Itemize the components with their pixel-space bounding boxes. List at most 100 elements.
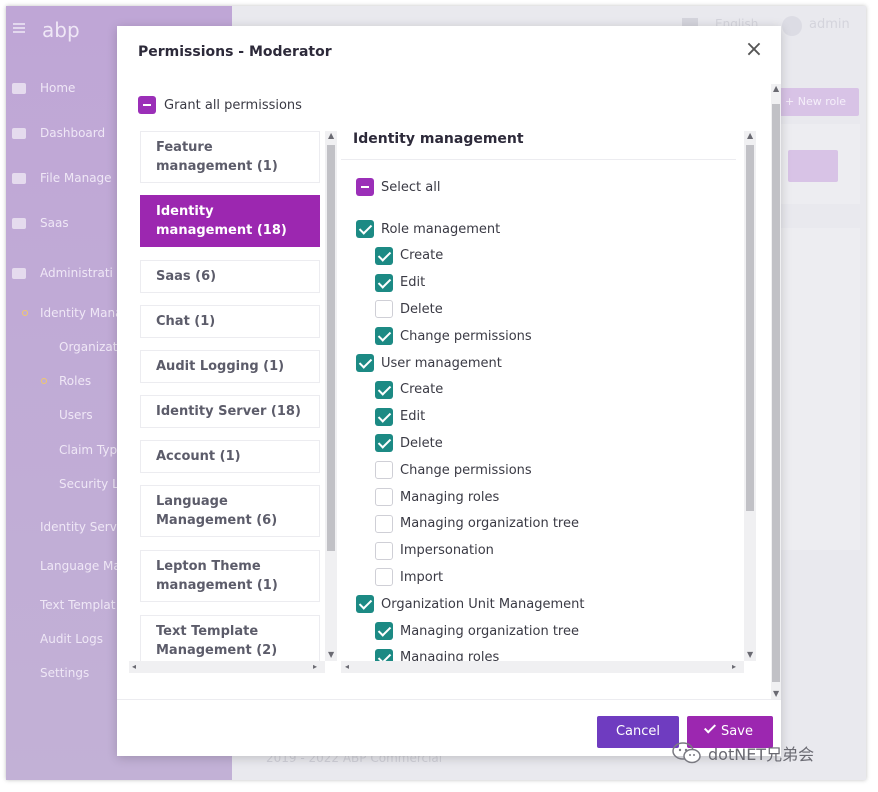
checkbox-indicator <box>375 514 393 533</box>
permission-label: Delete <box>400 435 443 451</box>
permissions-scrollbar[interactable]: ▲ ▼ <box>744 131 756 661</box>
permission-group-item[interactable]: Feature management (1) <box>140 131 320 183</box>
checkbox-indicator <box>375 568 393 587</box>
permission-label: Role management <box>381 221 501 237</box>
user-name[interactable]: admin <box>809 17 850 32</box>
permission-checkbox[interactable]: User management <box>356 354 502 372</box>
permission-group-item[interactable]: Saas (6) <box>140 260 320 293</box>
permission-checkbox[interactable]: Role management <box>356 220 500 238</box>
scroll-thumb[interactable] <box>746 145 754 511</box>
nav-icon <box>12 268 26 279</box>
grant-all-label: Grant all permissions <box>164 97 302 113</box>
checkbox-indicator <box>356 220 374 238</box>
app-logo: abp <box>42 18 80 42</box>
checkbox-indicator <box>375 461 393 480</box>
permission-label: Managing organization tree <box>400 623 579 639</box>
permission-checkbox[interactable]: Impersonation <box>375 541 494 560</box>
modal-scrollbar[interactable]: ▲ ▼ <box>771 84 781 700</box>
permission-checkbox[interactable]: Organization Unit Management <box>356 595 584 614</box>
watermark: dotNET兄弟会 <box>672 741 814 765</box>
select-all-indicator <box>356 178 374 196</box>
permission-checkbox[interactable]: Managing organization tree <box>375 622 579 640</box>
scroll-right-icon[interactable]: ▸ <box>732 663 736 671</box>
scroll-up-icon[interactable]: ▲ <box>328 132 334 140</box>
permission-label: Edit <box>400 409 426 425</box>
permission-checkbox[interactable]: Edit <box>375 407 426 426</box>
scroll-left-icon[interactable]: ◂ <box>345 663 349 671</box>
permission-label: Create <box>400 382 444 398</box>
checkbox-indicator <box>375 541 393 560</box>
search-button[interactable] <box>788 150 838 182</box>
permission-label: Change permissions <box>400 328 532 344</box>
permission-label: Create <box>400 248 444 264</box>
new-role-label: New role <box>797 95 847 108</box>
permission-checkbox[interactable]: Managing roles <box>375 488 499 506</box>
nav-icon <box>12 173 26 184</box>
scroll-up-icon[interactable]: ▲ <box>747 132 753 140</box>
modal-title: Permissions - Moderator <box>138 44 332 60</box>
checkbox-indicator <box>375 273 393 292</box>
permission-label: Edit <box>400 275 426 291</box>
permission-label: Change permissions <box>400 462 532 478</box>
checkbox-indicator <box>375 246 393 265</box>
nav-icon <box>12 83 26 94</box>
checkbox-indicator <box>375 380 393 399</box>
checkbox-indicator <box>356 595 374 614</box>
permission-group-item[interactable]: Account (1) <box>140 440 320 473</box>
permission-checkbox[interactable]: Edit <box>375 273 426 292</box>
permission-label: Import <box>400 569 444 585</box>
menu-icon[interactable] <box>13 23 25 33</box>
check-icon <box>704 721 717 734</box>
permission-group-item[interactable]: Identity Server (18) <box>140 395 320 428</box>
permission-group-item[interactable]: Identity management (18) <box>140 195 320 247</box>
save-label: Save <box>721 724 753 739</box>
checkbox-indicator <box>356 354 374 372</box>
scroll-down-icon[interactable]: ▼ <box>773 690 779 698</box>
permission-label: Managing roles <box>400 489 500 505</box>
permission-checkbox[interactable]: Create <box>375 380 444 399</box>
footer-divider <box>117 699 781 700</box>
permission-checkbox[interactable]: Import <box>375 568 444 587</box>
scroll-down-icon[interactable]: ▼ <box>328 651 334 659</box>
checkbox-indicator <box>375 300 393 319</box>
permission-group-item[interactable]: Chat (1) <box>140 305 320 338</box>
cancel-button[interactable]: Cancel <box>597 716 679 748</box>
checkbox-indicator <box>375 488 393 506</box>
user-avatar[interactable] <box>782 16 802 36</box>
grant-all-checkbox[interactable]: Grant all permissions <box>138 96 302 114</box>
wechat-icon <box>672 742 701 764</box>
groups-scrollbar[interactable]: ▲ ▼ <box>325 131 337 661</box>
permissions-modal: Permissions - Moderator × Grant all perm… <box>117 26 781 756</box>
scroll-down-icon[interactable]: ▼ <box>747 651 753 659</box>
permission-group-item[interactable]: Text Template Management (2) <box>140 615 320 667</box>
screenshot-frame: abp Home Dashboard File Manage Saas Administ… <box>6 6 866 780</box>
permission-checkbox[interactable]: Delete <box>375 300 443 319</box>
scroll-thumb[interactable] <box>327 145 335 551</box>
permission-checkbox[interactable]: Change permissions <box>375 327 532 346</box>
permission-group-item[interactable]: Language Management (6) <box>140 485 320 537</box>
groups-hscrollbar[interactable]: ◂ ▸ <box>129 661 325 673</box>
permission-group-item[interactable]: Audit Logging (1) <box>140 350 320 383</box>
new-role-button[interactable]: + New role <box>777 88 859 116</box>
permission-checkbox[interactable]: Change permissions <box>375 461 532 480</box>
scroll-right-icon[interactable]: ▸ <box>313 663 317 671</box>
permission-checkbox[interactable]: Delete <box>375 434 443 453</box>
grant-all-indicator <box>138 96 156 114</box>
scroll-up-icon[interactable]: ▲ <box>773 85 779 93</box>
close-icon[interactable]: × <box>743 39 765 61</box>
permission-group-item[interactable]: Lepton Theme management (1) <box>140 550 320 602</box>
permission-checkbox[interactable]: Create <box>375 246 444 265</box>
scroll-thumb[interactable] <box>772 104 780 682</box>
checkbox-indicator <box>375 622 393 640</box>
select-all-checkbox[interactable]: Select all <box>356 178 440 196</box>
permission-groups-list: Feature management (1) Identity managemen… <box>129 131 339 675</box>
permissions-list: Select all Role management Create Edit Dele… <box>341 156 738 664</box>
scroll-left-icon[interactable]: ◂ <box>132 663 136 671</box>
permission-label: Managing organization tree <box>400 516 579 532</box>
permission-checkbox[interactable]: Managing organization tree <box>375 514 579 533</box>
checkbox-indicator <box>375 434 393 453</box>
permission-label: Delete <box>400 301 443 317</box>
checkbox-indicator <box>375 327 393 346</box>
permissions-hscrollbar[interactable]: ◂ ▸ <box>341 661 744 673</box>
permission-label: User management <box>381 355 502 371</box>
